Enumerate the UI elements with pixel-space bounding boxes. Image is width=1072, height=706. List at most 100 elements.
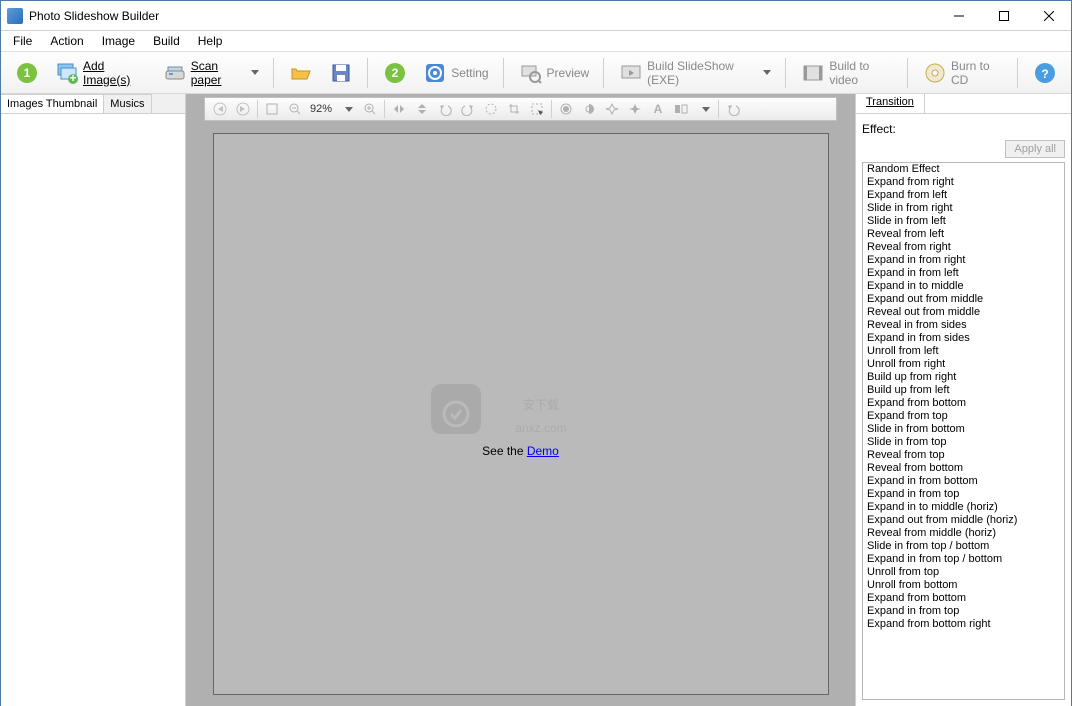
open-button[interactable]: [283, 57, 319, 89]
effect-item[interactable]: Expand from bottom: [863, 592, 1064, 605]
step2-button[interactable]: 2: [377, 57, 413, 89]
effect-item[interactable]: Expand in to middle (horiz): [863, 501, 1064, 514]
menu-action[interactable]: Action: [42, 32, 91, 50]
effect-item[interactable]: Unroll from left: [863, 345, 1064, 358]
scan-paper-button[interactable]: Scan paper: [157, 57, 266, 89]
effect-item[interactable]: Unroll from bottom: [863, 579, 1064, 592]
menu-image[interactable]: Image: [94, 32, 143, 50]
zoom-in-icon[interactable]: [359, 99, 381, 119]
effect-item[interactable]: Slide in from bottom: [863, 423, 1064, 436]
effect-item[interactable]: Expand out from middle: [863, 293, 1064, 306]
setting-button[interactable]: Setting: [417, 57, 494, 89]
brightness-up-icon[interactable]: [555, 99, 577, 119]
effect2-icon[interactable]: [624, 99, 646, 119]
text-icon[interactable]: A: [647, 99, 669, 119]
crop-icon[interactable]: [503, 99, 525, 119]
select-icon[interactable]: [526, 99, 548, 119]
effect-item[interactable]: Reveal out from middle: [863, 306, 1064, 319]
separator: [1017, 58, 1019, 88]
effect1-icon[interactable]: [601, 99, 623, 119]
zoom-level: 92%: [307, 103, 335, 115]
rotate-right-icon[interactable]: [457, 99, 479, 119]
save-button[interactable]: [323, 57, 359, 89]
first-icon[interactable]: [209, 99, 231, 119]
left-panel: Images Thumbnail Musics: [1, 94, 186, 706]
menu-file[interactable]: File: [5, 32, 40, 50]
fit-icon[interactable]: [261, 99, 283, 119]
effect-item[interactable]: Reveal in from sides: [863, 319, 1064, 332]
titlebar-left: Photo Slideshow Builder: [7, 8, 159, 24]
step1-icon: 1: [15, 61, 39, 85]
rotate-left-icon[interactable]: [434, 99, 456, 119]
demo-link[interactable]: Demo: [527, 444, 559, 458]
cd-icon: [923, 61, 947, 85]
effect-item[interactable]: Slide in from top: [863, 436, 1064, 449]
zoom-dropdown[interactable]: [336, 99, 358, 119]
undo-icon[interactable]: [722, 99, 744, 119]
effect-list[interactable]: Random EffectExpand from rightExpand fro…: [863, 163, 1064, 699]
effect-item[interactable]: Expand in from top / bottom: [863, 553, 1064, 566]
effect-item[interactable]: Slide in from top / bottom: [863, 540, 1064, 553]
effect-item[interactable]: Expand in from top: [863, 605, 1064, 618]
add-images-button[interactable]: + Add Image(s): [49, 57, 153, 89]
effect-item[interactable]: Expand in from right: [863, 254, 1064, 267]
effect-item[interactable]: Expand in from top: [863, 488, 1064, 501]
build-slideshow-label: Build SlideShow (EXE): [647, 59, 755, 87]
effect-item[interactable]: Unroll from right: [863, 358, 1064, 371]
step2-icon: 2: [383, 61, 407, 85]
tab-musics[interactable]: Musics: [104, 94, 151, 113]
flip-v-icon[interactable]: [411, 99, 433, 119]
effect-item[interactable]: Expand from right: [863, 176, 1064, 189]
effect-item[interactable]: Reveal from bottom: [863, 462, 1064, 475]
maximize-button[interactable]: [981, 1, 1026, 30]
effect-item[interactable]: Expand in to middle: [863, 280, 1064, 293]
build-slideshow-button[interactable]: Build SlideShow (EXE): [613, 57, 777, 89]
effect-item[interactable]: Random Effect: [863, 163, 1064, 176]
effect-item[interactable]: Build up from left: [863, 384, 1064, 397]
effect-item[interactable]: Slide in from right: [863, 202, 1064, 215]
effect-item[interactable]: Expand in from sides: [863, 332, 1064, 345]
tab-images-thumbnail[interactable]: Images Thumbnail: [1, 94, 104, 113]
canvas-frame[interactable]: 安下载anxz.com See the Demo: [213, 133, 829, 695]
flip-h-icon[interactable]: [388, 99, 410, 119]
more-dropdown[interactable]: [693, 99, 715, 119]
scanner-icon: [163, 61, 187, 85]
effect-item[interactable]: Slide in from left: [863, 215, 1064, 228]
step1-button[interactable]: 1: [9, 57, 45, 89]
effect-item[interactable]: Unroll from top: [863, 566, 1064, 579]
effect-item[interactable]: Expand from bottom: [863, 397, 1064, 410]
close-button[interactable]: [1026, 1, 1071, 30]
compare-icon[interactable]: [670, 99, 692, 119]
effect-item[interactable]: Expand from top: [863, 410, 1064, 423]
effect-item[interactable]: Reveal from top: [863, 449, 1064, 462]
build-dropdown-arrow: [763, 70, 771, 75]
effect-item[interactable]: Expand in from bottom: [863, 475, 1064, 488]
add-images-icon: +: [55, 61, 79, 85]
apply-all-button[interactable]: Apply all: [1005, 140, 1065, 158]
effect-item[interactable]: Reveal from middle (horiz): [863, 527, 1064, 540]
effect-item[interactable]: Expand in from left: [863, 267, 1064, 280]
effect-item[interactable]: Expand out from middle (horiz): [863, 514, 1064, 527]
help-button[interactable]: ?: [1027, 57, 1063, 89]
effect-item[interactable]: Expand from bottom right: [863, 618, 1064, 631]
minimize-button[interactable]: [936, 1, 981, 30]
effect-item[interactable]: Reveal from right: [863, 241, 1064, 254]
menu-build[interactable]: Build: [145, 32, 188, 50]
build-video-button[interactable]: Build to video: [795, 57, 899, 89]
effect-item[interactable]: Build up from right: [863, 371, 1064, 384]
window-controls: [936, 1, 1071, 30]
scan-paper-label: Scan paper: [191, 59, 244, 87]
effect-item[interactable]: Expand from left: [863, 189, 1064, 202]
tab-transition[interactable]: Transition: [856, 94, 925, 113]
separator: [603, 58, 605, 88]
effect-list-container: Random EffectExpand from rightExpand fro…: [862, 162, 1065, 700]
last-icon[interactable]: [232, 99, 254, 119]
thumbnail-list[interactable]: [1, 114, 185, 706]
brightness-down-icon[interactable]: [578, 99, 600, 119]
rotate-icon[interactable]: [480, 99, 502, 119]
preview-button[interactable]: Preview: [513, 57, 596, 89]
zoom-out-icon[interactable]: [284, 99, 306, 119]
effect-item[interactable]: Reveal from left: [863, 228, 1064, 241]
menu-help[interactable]: Help: [190, 32, 231, 50]
burn-cd-button[interactable]: Burn to CD: [917, 57, 1009, 89]
